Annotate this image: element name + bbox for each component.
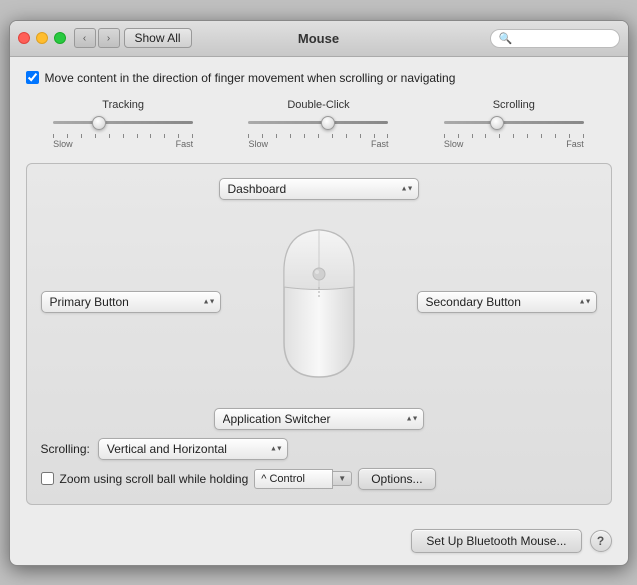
primary-button-wrapper: Primary Button Secondary Button Mission … (41, 291, 221, 313)
sliders-section: Tracking Slow Fast Double-Cli (26, 99, 612, 149)
bottom-section: Application Switcher Mission Control Non… (41, 408, 597, 490)
doubleclick-ticks (248, 132, 388, 138)
scrolling-fast-label: Fast (566, 139, 584, 149)
doubleclick-slider-line (248, 121, 388, 124)
dashboard-select-wrapper: Dashboard Mission Control Exposé None (219, 178, 419, 200)
tracking-label: Tracking (102, 99, 144, 111)
primary-select-wrapper: Primary Button Secondary Button Mission … (41, 291, 221, 313)
zoom-label: Zoom using scroll ball while holding (60, 472, 249, 486)
zoom-dropdown-button[interactable]: ▼ (333, 471, 352, 486)
secondary-select-wrapper: Secondary Button Primary Button Mission … (417, 291, 597, 313)
tracking-marks: Slow Fast (53, 139, 193, 149)
scrolling-direction-wrapper: Vertical and Horizontal Vertical Only (98, 438, 288, 460)
traffic-lights (18, 32, 66, 44)
nav-back-button[interactable]: ‹ (74, 28, 96, 48)
search-input[interactable] (516, 32, 610, 44)
tracking-slider-thumb[interactable] (92, 116, 106, 130)
titlebar: ‹ › Show All Mouse 🔍 (10, 21, 628, 57)
main-window: ‹ › Show All Mouse 🔍 Move content in the… (9, 20, 629, 566)
zoom-checkbox[interactable] (41, 472, 54, 485)
scroll-checkbox-row: Move content in the direction of finger … (26, 71, 612, 85)
tracking-slider-line (53, 121, 193, 124)
tracking-slider-group: Tracking Slow Fast (26, 99, 221, 149)
mouse-layout: Primary Button Secondary Button Mission … (41, 212, 597, 392)
doubleclick-label: Double-Click (287, 99, 349, 111)
scrolling-speed-marks: Slow Fast (444, 139, 584, 149)
scrolling-slider-track (444, 115, 584, 131)
zoom-modifier-select[interactable]: ^ Control ⌥ Option ⌘ Command (254, 469, 333, 489)
tracking-slow-label: Slow (53, 139, 73, 149)
primary-button-select[interactable]: Primary Button Secondary Button Mission … (41, 291, 221, 313)
scrolling-slow-label: Slow (444, 139, 464, 149)
scrolling-direction-row: Scrolling: Vertical and Horizontal Verti… (41, 438, 597, 460)
nav-buttons: ‹ › (74, 28, 120, 48)
nav-forward-button[interactable]: › (98, 28, 120, 48)
mouse-panel: Dashboard Mission Control Exposé None Pr… (26, 163, 612, 505)
app-switcher-row: Application Switcher Mission Control Non… (41, 408, 597, 430)
doubleclick-marks: Slow Fast (248, 139, 388, 149)
scroll-checkbox-label: Move content in the direction of finger … (45, 71, 456, 85)
show-all-button[interactable]: Show All (124, 28, 192, 48)
tracking-fast-label: Fast (176, 139, 194, 149)
secondary-button-select[interactable]: Secondary Button Primary Button Mission … (417, 291, 597, 313)
zoom-row: Zoom using scroll ball while holding ^ C… (41, 468, 597, 490)
content-area: Move content in the direction of finger … (10, 57, 628, 519)
doubleclick-slider-track (248, 115, 388, 131)
minimize-button[interactable] (36, 32, 48, 44)
help-button[interactable]: ? (590, 530, 612, 552)
close-button[interactable] (18, 32, 30, 44)
app-switcher-wrapper: Application Switcher Mission Control Non… (214, 408, 424, 430)
doubleclick-slow-label: Slow (248, 139, 268, 149)
dashboard-row: Dashboard Mission Control Exposé None (41, 178, 597, 200)
doubleclick-slider-thumb[interactable] (321, 116, 335, 130)
bluetooth-button[interactable]: Set Up Bluetooth Mouse... (411, 529, 581, 553)
maximize-button[interactable] (54, 32, 66, 44)
window-title: Mouse (298, 31, 339, 46)
tracking-slider-track (53, 115, 193, 131)
secondary-button-wrapper: Secondary Button Primary Button Mission … (417, 291, 597, 313)
footer: Set Up Bluetooth Mouse... ? (10, 519, 628, 565)
doubleclick-fast-label: Fast (371, 139, 389, 149)
doubleclick-slider-group: Double-Click Slow Fast (221, 99, 416, 149)
scrolling-slider-line (444, 121, 584, 124)
scrolling-slider-thumb[interactable] (490, 116, 504, 130)
search-icon: 🔍 (499, 32, 513, 45)
scrolling-slider-group: Scrolling Slow Fast (416, 99, 611, 149)
mouse-graphic (274, 222, 364, 382)
scrolling-ticks (444, 132, 584, 138)
scroll-checkbox[interactable] (26, 71, 39, 84)
zoom-modifier-wrapper: ^ Control ⌥ Option ⌘ Command ▼ (254, 469, 352, 489)
tracking-ticks (53, 132, 193, 138)
app-switcher-select[interactable]: Application Switcher Mission Control Non… (214, 408, 424, 430)
scrolling-slider-label: Scrolling (493, 99, 535, 111)
dashboard-select[interactable]: Dashboard Mission Control Exposé None (219, 178, 419, 200)
mouse-image (259, 212, 379, 392)
scrolling-direction-select[interactable]: Vertical and Horizontal Vertical Only (98, 438, 288, 460)
scrolling-direction-label: Scrolling: (41, 442, 90, 456)
search-box[interactable]: 🔍 (490, 29, 620, 48)
options-button[interactable]: Options... (358, 468, 435, 490)
